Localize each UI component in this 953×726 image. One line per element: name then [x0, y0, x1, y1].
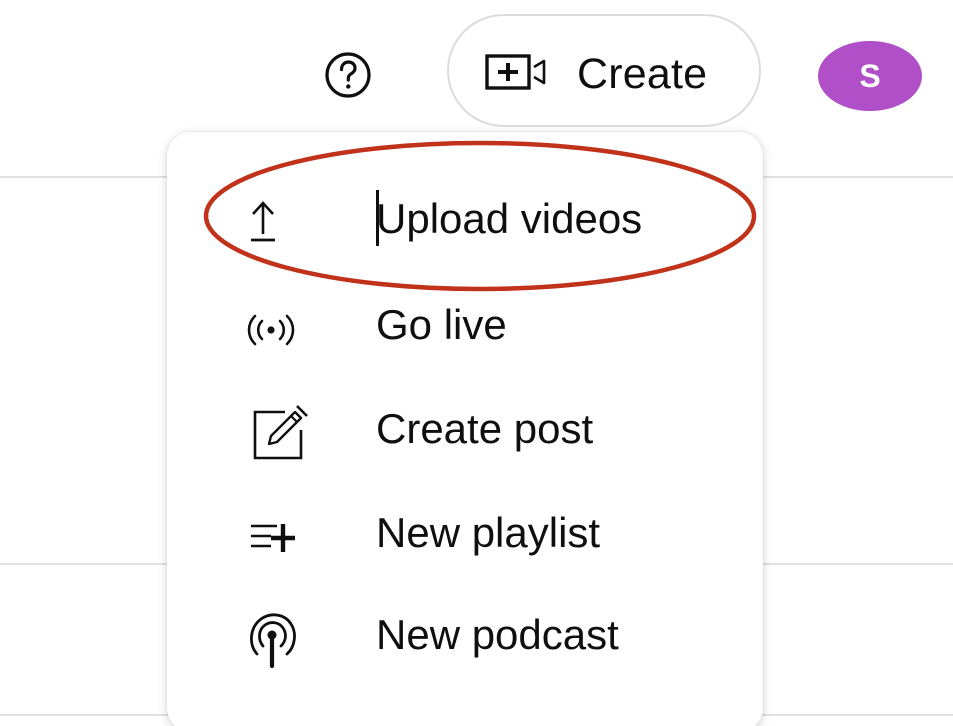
avatar-initial: S	[859, 57, 881, 94]
edit-post-icon	[253, 405, 308, 460]
menu-item-new-playlist[interactable]: New playlist	[167, 482, 763, 586]
playlist-add-icon	[251, 524, 295, 552]
podcast-icon	[250, 613, 296, 669]
live-broadcast-icon	[247, 314, 295, 346]
menu-item-label: Upload videos	[376, 195, 643, 242]
create-menu: Upload videos Go live Create post New pl…	[167, 132, 763, 726]
page: Create S Upload videos Go live Create po…	[0, 0, 953, 726]
menu-item-label: Create post	[376, 405, 594, 452]
menu-item-label: Go live	[376, 301, 507, 348]
help-circle-icon	[325, 52, 371, 98]
video-add-icon	[485, 54, 546, 90]
upload-icon	[251, 201, 275, 242]
menu-item-go-live[interactable]: Go live	[167, 274, 763, 378]
menu-item-create-post[interactable]: Create post	[167, 378, 763, 482]
avatar[interactable]: S	[818, 41, 922, 111]
menu-item-label: New playlist	[376, 509, 601, 556]
menu-item-label: New podcast	[376, 611, 619, 658]
create-button-label: Create	[577, 50, 708, 98]
create-button[interactable]: Create	[447, 14, 761, 127]
menu-item-new-podcast[interactable]: New podcast	[167, 584, 763, 688]
menu-item-upload-videos[interactable]: Upload videos	[167, 168, 763, 272]
help-button[interactable]	[318, 45, 378, 105]
text-cursor	[376, 190, 379, 246]
